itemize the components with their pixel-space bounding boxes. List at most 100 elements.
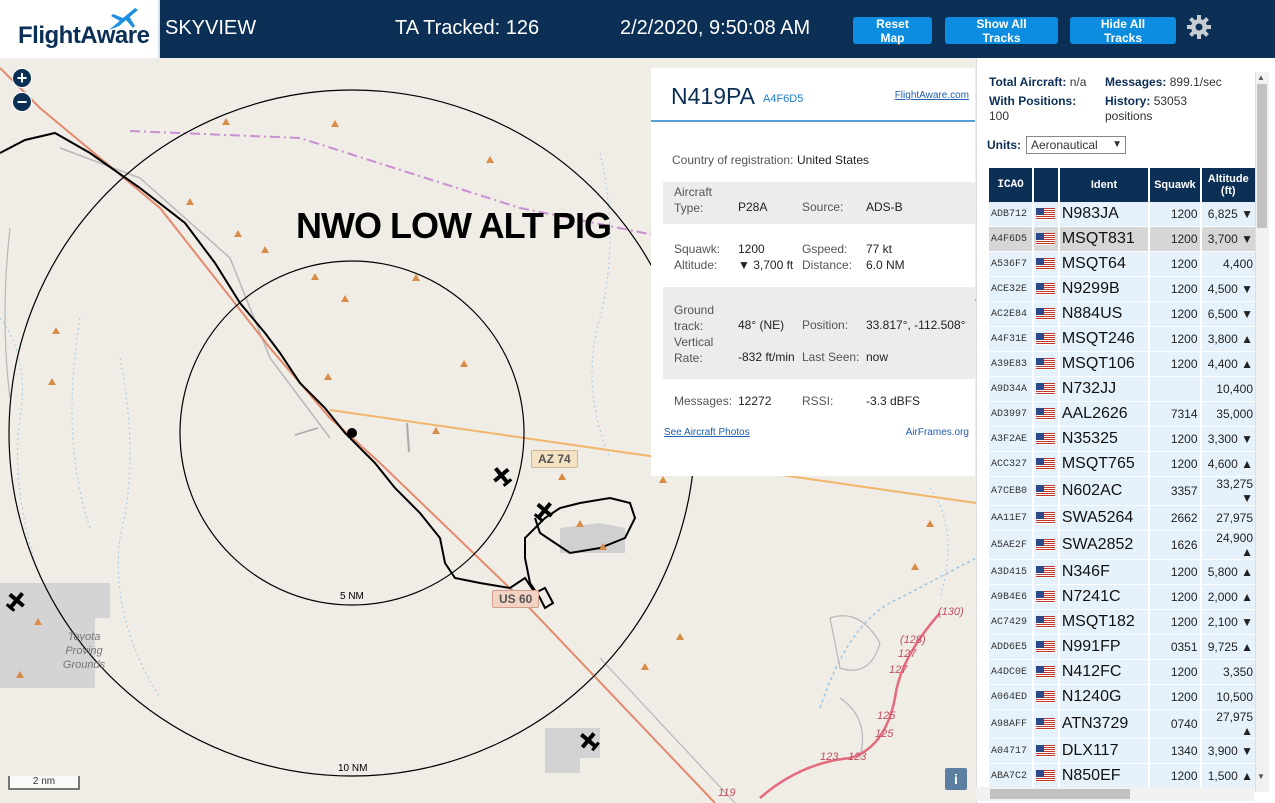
with-positions-value: 100 bbox=[989, 109, 1010, 123]
hide-all-tracks-button[interactable]: Hide All Tracks bbox=[1070, 17, 1176, 45]
table-row[interactable]: A3F2AE N35325 1200 3,300 ▼ bbox=[989, 427, 1257, 452]
altitude-cell: 3,300 ▼ bbox=[1201, 427, 1257, 452]
icao-cell: A4F31E bbox=[989, 327, 1035, 352]
icao-cell: ACC327 bbox=[989, 452, 1035, 477]
gear-icon[interactable] bbox=[1186, 14, 1212, 40]
table-row[interactable]: A064ED N1240G 1200 10,500 bbox=[989, 685, 1257, 710]
vertical-rate-value: -832 ft/min bbox=[738, 350, 795, 364]
us-flag-icon bbox=[1034, 277, 1060, 302]
table-row[interactable]: ABA7C2 N850EF 1200 1,500 ▲ bbox=[989, 764, 1257, 789]
horizontal-scrollbar-thumb[interactable] bbox=[990, 789, 1130, 799]
units-label: Units: bbox=[987, 138, 1021, 152]
table-row[interactable]: ADD6E5 N991FP 0351 9,725 ▲ bbox=[989, 635, 1257, 660]
table-row[interactable]: ACE32E N9299B 1200 4,500 ▼ bbox=[989, 277, 1257, 302]
route-number: (130) bbox=[938, 606, 964, 618]
ident-cell: MSQT106 bbox=[1059, 352, 1151, 377]
range-ring-10nm-label: 10 NM bbox=[338, 763, 368, 774]
show-all-tracks-button[interactable]: Show All Tracks bbox=[945, 17, 1058, 45]
squawk-cell: 1200 bbox=[1150, 277, 1202, 302]
squawk-cell: 1626 bbox=[1150, 531, 1202, 560]
table-row[interactable]: AA11E7 SWA5264 2662 27,975 bbox=[989, 506, 1257, 531]
table-row[interactable]: A4DC0E N412FC 1200 3,350 bbox=[989, 660, 1257, 685]
reset-map-button[interactable]: Reset Map bbox=[853, 17, 932, 45]
table-row[interactable]: A98AFF ATN3729 0740 27,975 ▲ bbox=[989, 710, 1257, 739]
country-label: Country of registration: bbox=[672, 153, 794, 167]
position-label: Position: bbox=[802, 318, 849, 332]
aircraft-detail-panel: N419PA A4F6D5 FlightAware.com Country of… bbox=[651, 68, 975, 476]
col-header-squawk[interactable]: Squawk bbox=[1150, 168, 1202, 202]
table-row[interactable]: A04717 DLX117 1340 3,900 ▼ bbox=[989, 739, 1257, 764]
ground-track-label: Ground track: bbox=[674, 303, 715, 333]
altitude-cell: 3,700 ▼ bbox=[1201, 227, 1257, 252]
us-flag-icon bbox=[1034, 610, 1060, 635]
detail-hex: A4F6D5 bbox=[763, 93, 804, 105]
col-header-icao[interactable]: ICAO bbox=[989, 168, 1035, 202]
units-select[interactable]: Aeronautical ▼ bbox=[1026, 136, 1126, 154]
col-header-ident[interactable]: Ident bbox=[1059, 168, 1151, 202]
route-number: 125 bbox=[877, 710, 896, 722]
col-header-altitude[interactable]: Altitude (ft) bbox=[1201, 168, 1257, 202]
table-row[interactable]: AC7429 MSQT182 1200 2,100 ▼ bbox=[989, 610, 1257, 635]
icao-cell: A39E83 bbox=[989, 352, 1035, 377]
source-label: Source: bbox=[802, 200, 844, 214]
squawk-cell: 1200 bbox=[1150, 302, 1202, 327]
us-flag-icon bbox=[1034, 585, 1060, 610]
airframes-link[interactable]: AirFrames.org bbox=[906, 427, 969, 438]
us-flag-icon bbox=[1034, 302, 1060, 327]
squawk-cell: 1200 bbox=[1150, 427, 1202, 452]
ta-tracked-count: TA Tracked: 126 bbox=[395, 17, 540, 39]
table-row[interactable]: A4F6D5 MSQT831 1200 3,700 ▼ bbox=[989, 227, 1257, 252]
top-header: FlightAware SKYVIEW TA Tracked: 126 2/2/… bbox=[0, 0, 1275, 58]
table-row[interactable]: AC2E84 N884US 1200 6,500 ▼ bbox=[989, 302, 1257, 327]
flightaware-link[interactable]: FlightAware.com bbox=[895, 90, 969, 101]
zoom-out-button[interactable]: − bbox=[12, 92, 32, 112]
vertical-scrollbar-thumb[interactable] bbox=[1257, 84, 1267, 228]
us-flag-icon bbox=[1034, 202, 1060, 227]
ident-cell: MSQT64 bbox=[1059, 252, 1151, 277]
altitude-cell: 4,500 ▼ bbox=[1201, 277, 1257, 302]
us-flag-icon bbox=[1034, 427, 1060, 452]
squawk-cell: 7314 bbox=[1150, 402, 1202, 427]
detail-messages-row: Messages: 12272 RSSI: -3.3 dBFS bbox=[663, 394, 975, 412]
us-flag-icon bbox=[1034, 635, 1060, 660]
us-flag-icon bbox=[1034, 477, 1060, 506]
icao-cell: A04717 bbox=[989, 739, 1035, 764]
squawk-cell: 1200 bbox=[1150, 352, 1202, 377]
icao-cell: A536F7 bbox=[989, 252, 1035, 277]
icao-cell: ACE32E bbox=[989, 277, 1035, 302]
table-row[interactable]: A3D415 N346F 1200 5,800 ▲ bbox=[989, 560, 1257, 585]
altitude-cell: 9,725 ▲ bbox=[1201, 635, 1257, 660]
last-seen-value: now bbox=[866, 350, 889, 364]
aircraft-photos-link[interactable]: See Aircraft Photos bbox=[664, 427, 750, 438]
table-row[interactable]: ACC327 MSQT765 1200 4,600 ▲ bbox=[989, 452, 1257, 477]
table-row[interactable]: ADB712 N983JA 1200 6,825 ▼ bbox=[989, 202, 1257, 227]
altitude-cell: 3,900 ▼ bbox=[1201, 739, 1257, 764]
altitude-cell: 10,400 bbox=[1201, 377, 1257, 402]
table-row[interactable]: A536F7 MSQT64 1200 4,400 bbox=[989, 252, 1257, 277]
zoom-in-button[interactable]: + bbox=[12, 68, 32, 88]
vertical-rate-label: Vertical Rate: bbox=[674, 335, 714, 365]
detail-track-row: Ground track: 48° (NE) Position: 33.817°… bbox=[663, 287, 975, 379]
table-row[interactable]: A39E83 MSQT106 1200 4,400 ▲ bbox=[989, 352, 1257, 377]
altitude-cell: 4,400 bbox=[1201, 252, 1257, 277]
table-row[interactable]: A7CEB0 N602AC 3357 33,275 ▼ bbox=[989, 477, 1257, 506]
road-label-us60: US 60 bbox=[492, 590, 540, 608]
us-flag-icon bbox=[1034, 710, 1060, 739]
scroll-down-arrow-icon[interactable]: ▼ bbox=[1257, 772, 1265, 781]
range-ring-5nm-label: 5 NM bbox=[340, 591, 364, 602]
scroll-up-arrow-icon[interactable]: ▲ bbox=[1257, 73, 1265, 82]
altitude-cell: 24,900 ▲ bbox=[1201, 531, 1257, 560]
table-row[interactable]: A9B4E6 N7241C 1200 2,000 ▲ bbox=[989, 585, 1257, 610]
altitude-cell: 27,975 bbox=[1201, 506, 1257, 531]
squawk-cell: 1200 bbox=[1150, 560, 1202, 585]
altitude-cell: 27,975 ▲ bbox=[1201, 710, 1257, 739]
table-row[interactable]: AD3997 AAL2626 7314 35,000 bbox=[989, 402, 1257, 427]
ident-cell: AAL2626 bbox=[1059, 402, 1151, 427]
info-button[interactable]: i bbox=[945, 768, 967, 790]
flightaware-logo[interactable]: FlightAware bbox=[0, 0, 160, 58]
table-row[interactable]: A9D34A N732JJ 10,400 bbox=[989, 377, 1257, 402]
table-row[interactable]: A5AE2F SWA2852 1626 24,900 ▲ bbox=[989, 531, 1257, 560]
us-flag-icon bbox=[1034, 660, 1060, 685]
altitude-label: Altitude: bbox=[674, 258, 718, 272]
table-row[interactable]: A4F31E MSQT246 1200 3,800 ▲ bbox=[989, 327, 1257, 352]
